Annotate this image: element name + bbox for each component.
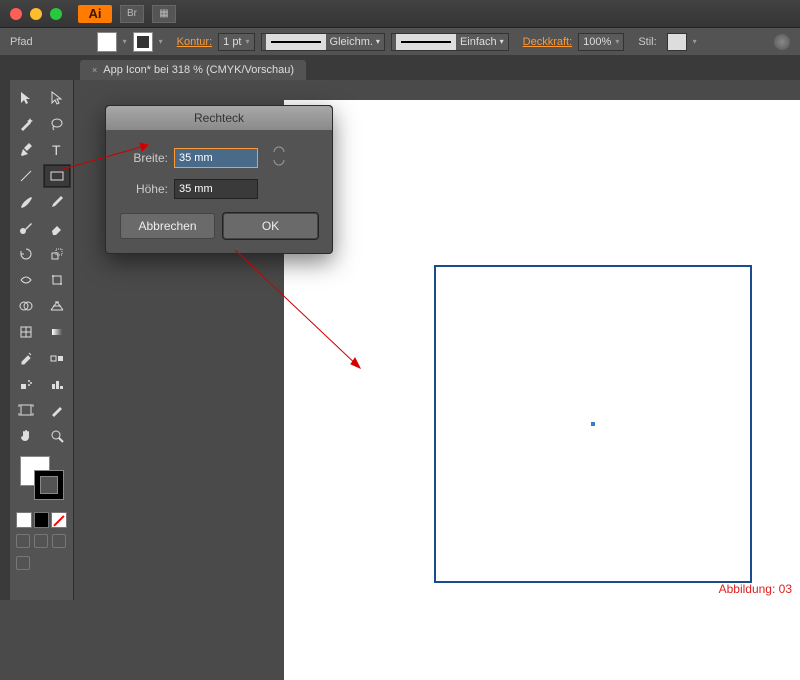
stroke-color-icon[interactable] [34,470,64,500]
direct-selection-tool[interactable] [43,86,72,110]
window-controls [10,8,62,20]
color-mode-none[interactable] [51,512,67,528]
document-tab[interactable]: × App Icon* bei 318 % (CMYK/Vorschau) [80,60,306,80]
style-dropdown-icon[interactable]: ▾ [693,37,697,46]
brush-select[interactable]: Einfach▾ [391,33,509,51]
brush-preview-icon [396,34,456,50]
titlebar: Ai Br ▦ [0,0,800,28]
dialog-title: Rechteck [106,106,332,130]
magic-wand-tool[interactable] [12,112,41,136]
blob-brush-tool[interactable] [12,216,41,240]
color-mode-gradient[interactable] [34,512,50,528]
style-select[interactable] [667,33,687,51]
maximize-window-button[interactable] [50,8,62,20]
draw-mode-row [10,530,73,552]
annotation-arrow-1 [60,140,160,180]
screen-mode-row [10,552,73,574]
app-logo: Ai [78,5,112,23]
color-mode-row [10,510,73,530]
document-tab-bar: × App Icon* bei 318 % (CMYK/Vorschau) [0,56,800,80]
height-label: Höhe: [120,182,168,196]
selection-type-label: Pfad [10,36,33,48]
stroke-dropdown-icon[interactable]: ▾ [159,37,163,46]
lasso-tool[interactable] [43,112,72,136]
stroke-weight-value: 1 pt [223,36,241,48]
blend-tool[interactable] [43,346,72,370]
pen-tool[interactable] [12,138,41,162]
zoom-tool[interactable] [43,424,72,448]
figure-caption: Abbildung: 03 [719,582,792,596]
scale-tool[interactable] [43,242,72,266]
hand-tool[interactable] [12,424,41,448]
fill-dropdown-icon[interactable]: ▾ [123,37,127,46]
draw-inside-button[interactable] [52,534,66,548]
stroke-weight-select[interactable]: 1 pt [218,33,254,51]
eraser-tool[interactable] [43,216,72,240]
stroke-label[interactable]: Kontur: [177,36,212,48]
annotation-arrow-2 [235,250,370,380]
rotate-tool[interactable] [12,242,41,266]
style-label: Stil: [638,36,656,48]
paintbrush-tool[interactable] [12,190,41,214]
close-window-button[interactable] [10,8,22,20]
free-transform-tool[interactable] [43,268,72,292]
color-mode-color[interactable] [16,512,32,528]
selection-tool[interactable] [12,86,41,110]
opacity-select[interactable]: 100% [578,33,624,51]
height-input[interactable] [174,179,258,199]
width-input[interactable] [174,148,258,168]
eyedropper-tool[interactable] [12,346,41,370]
pencil-tool[interactable] [43,190,72,214]
symbol-sprayer-tool[interactable] [12,372,41,396]
selected-rectangle-shape[interactable] [434,265,752,583]
width-tool[interactable] [12,268,41,292]
stroke-swatch[interactable] [133,32,153,52]
cloud-sync-icon[interactable] [774,34,790,50]
opacity-label[interactable]: Deckkraft: [523,36,573,48]
stroke-profile-select[interactable]: Gleichm.▾ [261,33,385,51]
fill-swatch[interactable] [97,32,117,52]
tab-title: App Icon* bei 318 % (CMYK/Vorschau) [103,64,294,76]
gradient-tool[interactable] [43,320,72,344]
shape-builder-tool[interactable] [12,294,41,318]
stroke-preview-icon [266,34,326,50]
cancel-button[interactable]: Abbrechen [120,213,215,239]
ok-button[interactable]: OK [223,213,318,239]
fill-stroke-control[interactable] [10,450,73,510]
slice-tool[interactable] [43,398,72,422]
perspective-grid-tool[interactable] [43,294,72,318]
artboard-tool[interactable] [12,398,41,422]
line-tool[interactable] [12,164,41,188]
arrange-docs-button[interactable]: ▦ [152,5,176,23]
minimize-window-button[interactable] [30,8,42,20]
bridge-button[interactable]: Br [120,5,144,23]
draw-behind-button[interactable] [34,534,48,548]
screen-mode-button[interactable] [16,556,30,570]
draw-normal-button[interactable] [16,534,30,548]
center-point-icon [591,422,595,426]
constrain-proportions-icon[interactable] [272,146,286,169]
column-graph-tool[interactable] [43,372,72,396]
close-tab-icon[interactable]: × [92,65,97,75]
control-bar: Pfad ▾ ▾ Kontur: 1 pt Gleichm.▾ Einfach▾… [0,28,800,56]
mesh-tool[interactable] [12,320,41,344]
